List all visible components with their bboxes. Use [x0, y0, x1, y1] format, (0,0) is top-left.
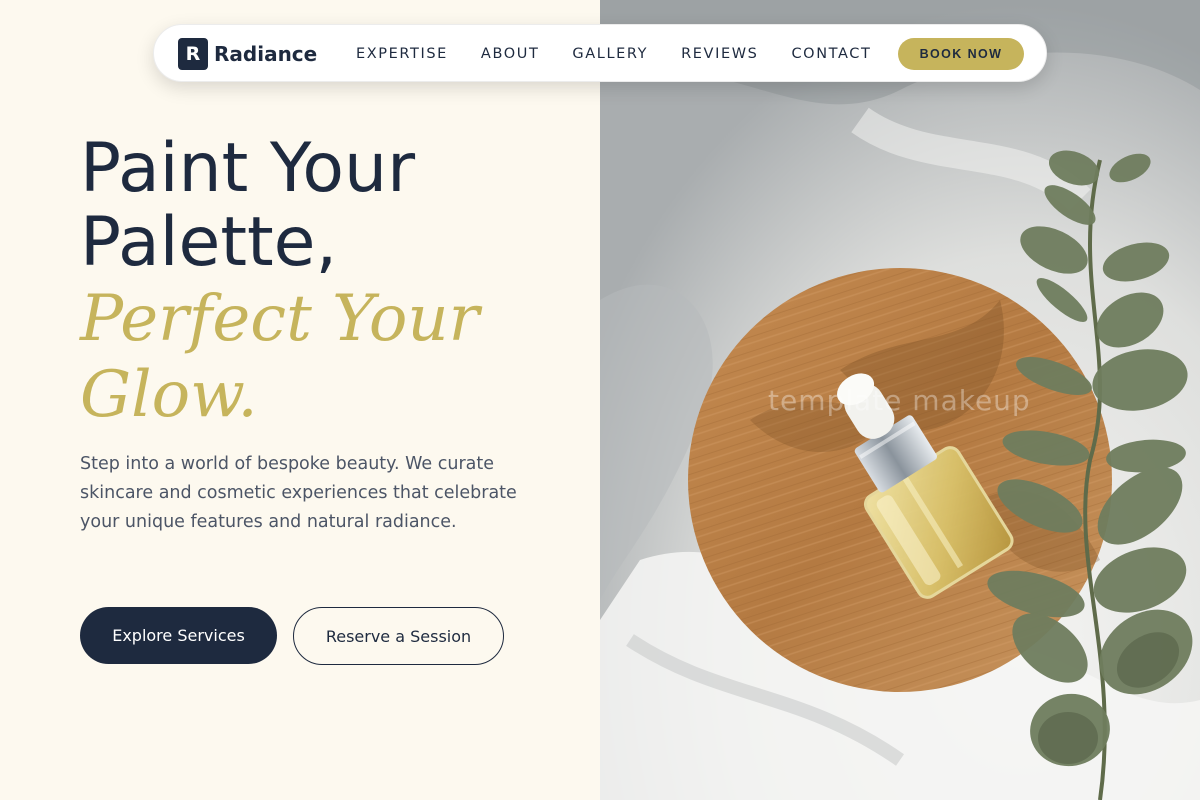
nav-link-reviews[interactable]: REVIEWS [681, 46, 758, 62]
explore-services-button[interactable]: Explore Services [80, 607, 277, 664]
reserve-session-button[interactable]: Reserve a Session [293, 607, 504, 665]
nav-link-gallery[interactable]: GALLERY [572, 46, 648, 62]
brand-name: Radiance [214, 42, 318, 66]
headline-accent-line-1: Perfect Your [80, 282, 480, 356]
nav-link-about[interactable]: ABOUT [481, 46, 540, 62]
main-navbar: R Radiance EXPERTISE ABOUT GALLERY REVIE… [153, 24, 1047, 82]
hero-product-image: template makeup [600, 0, 1200, 800]
hero-description: Step into a world of bespoke beauty. We … [80, 454, 517, 532]
watermark-text: template makeup [768, 384, 1031, 417]
brand-mark-icon: R [178, 38, 208, 70]
headline-accent-line-2: Glow. [80, 358, 258, 432]
headline-line-2: Palette, [80, 203, 338, 282]
nav-links: EXPERTISE ABOUT GALLERY REVIEWS CONTACT [356, 25, 904, 83]
nav-link-contact[interactable]: CONTACT [791, 46, 871, 62]
brand-logo[interactable]: R Radiance [178, 38, 317, 70]
headline-line-1: Paint Your [80, 129, 416, 208]
hero-section: Paint Your Palette, Perfect Your Glow. S… [0, 0, 600, 800]
hero-headline: Paint Your Palette, Perfect Your Glow. [80, 129, 580, 433]
nav-link-expertise[interactable]: EXPERTISE [356, 46, 448, 62]
book-now-button[interactable]: BOOK NOW [898, 38, 1024, 70]
